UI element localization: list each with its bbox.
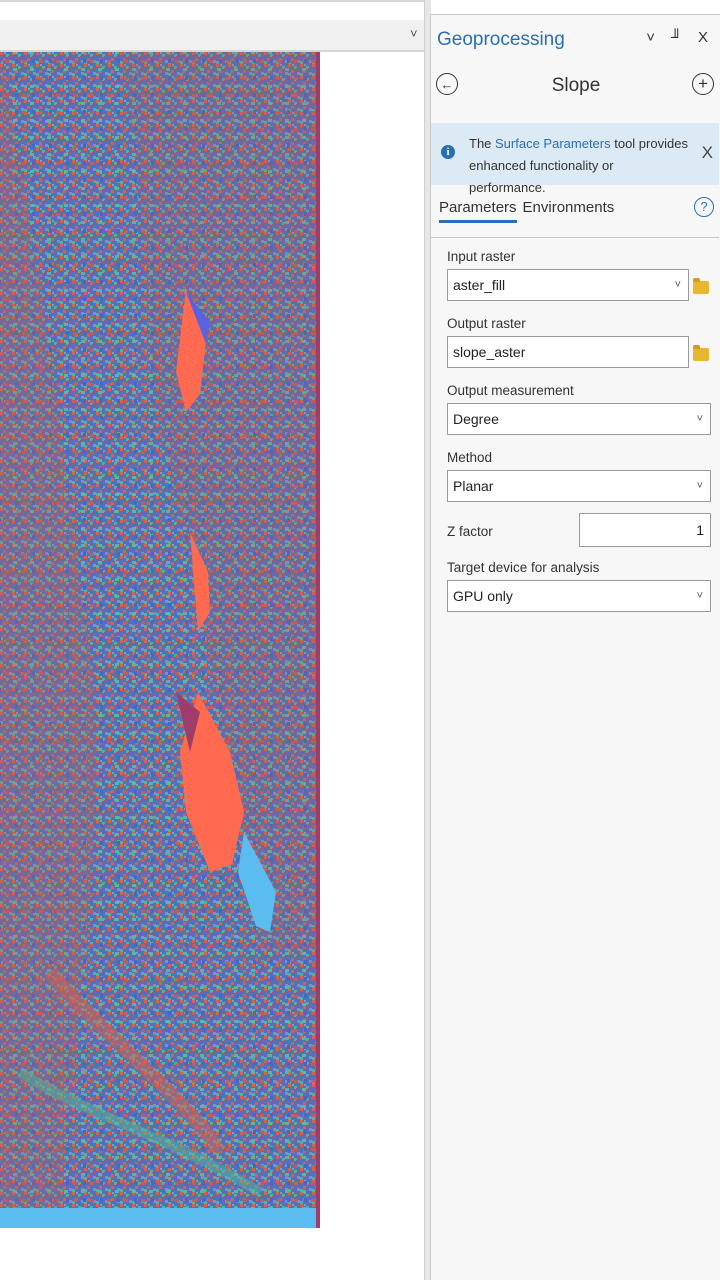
- raster-pattern: [0, 52, 320, 1228]
- map-toolbar: ˅: [0, 0, 428, 52]
- chevron-down-icon: ˅: [674, 279, 681, 291]
- slope-raster-image: [0, 52, 320, 1228]
- tab-parameters[interactable]: Parameters: [439, 199, 517, 223]
- pane-window-buttons: ˅ ╜ X: [646, 29, 714, 46]
- close-banner-icon[interactable]: X: [702, 143, 713, 163]
- close-pane-icon[interactable]: X: [698, 29, 714, 46]
- raster-edge-bottom: [0, 1208, 320, 1228]
- tabs-divider: [431, 237, 719, 238]
- chevron-down-icon: ˅: [696, 480, 703, 492]
- help-icon[interactable]: ?: [694, 197, 714, 217]
- tab-bar: Parameters Environments: [439, 199, 620, 223]
- surface-parameters-link[interactable]: Surface Parameters: [495, 136, 611, 151]
- add-plus-icon[interactable]: +: [692, 73, 714, 95]
- output-measurement-dropdown[interactable]: Degree ˅: [447, 403, 711, 435]
- chevron-down-icon[interactable]: ˅: [410, 26, 418, 41]
- output-raster-input[interactable]: slope_aster: [447, 336, 689, 368]
- target-device-value: GPU only: [453, 588, 513, 604]
- output-measurement-label: Output measurement: [447, 383, 574, 398]
- method-dropdown[interactable]: Planar ˅: [447, 470, 711, 502]
- target-device-label: Target device for analysis: [447, 560, 600, 575]
- pane-title: Geoprocessing: [437, 29, 565, 50]
- pane-options-chevron-icon[interactable]: ˅: [646, 29, 661, 46]
- info-text: The Surface Parameters tool provides enh…: [469, 133, 689, 199]
- browse-folder-icon[interactable]: [693, 345, 709, 361]
- chevron-down-icon: ˅: [696, 590, 703, 602]
- target-device-dropdown[interactable]: GPU only ˅: [447, 580, 711, 612]
- pin-icon[interactable]: ╜: [671, 29, 688, 46]
- map-tabstrip: [0, 20, 428, 52]
- chevron-down-icon: ˅: [696, 413, 703, 425]
- map-view[interactable]: [0, 52, 424, 1280]
- geoprocessing-pane: Geoprocessing ˅ ╜ X ← Slope + i The Surf…: [430, 14, 720, 1280]
- info-icon: i: [441, 145, 455, 159]
- method-label: Method: [447, 450, 493, 465]
- output-raster-value: slope_aster: [453, 344, 526, 360]
- tool-title: Slope: [551, 75, 601, 96]
- info-text-prefix: The: [469, 136, 496, 151]
- output-measurement-value: Degree: [453, 411, 499, 427]
- z-factor-input[interactable]: 1: [579, 513, 711, 547]
- browse-folder-icon[interactable]: [693, 278, 709, 294]
- input-raster-dropdown[interactable]: aster_fill ˅: [447, 269, 689, 301]
- output-raster-label: Output raster: [447, 316, 526, 331]
- method-value: Planar: [453, 478, 494, 494]
- z-factor-label: Z factor: [447, 524, 493, 539]
- info-banner: i The Surface Parameters tool provides e…: [431, 123, 719, 195]
- input-raster-label: Input raster: [447, 249, 516, 264]
- tab-environments[interactable]: Environments: [523, 199, 615, 220]
- input-raster-value: aster_fill: [453, 277, 506, 293]
- raster-edge-right: [316, 52, 320, 1228]
